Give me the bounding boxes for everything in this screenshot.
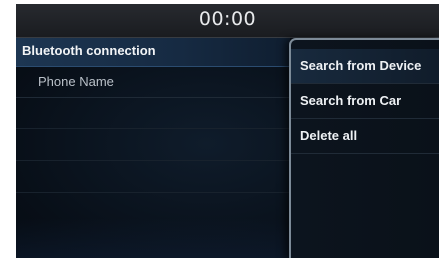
- list-divider: [16, 160, 290, 161]
- device-list-item[interactable]: Phone Name: [16, 67, 290, 98]
- list-divider: [16, 192, 290, 193]
- head-unit-screen: 00:00 Bluetooth connection Phone Name Se…: [16, 4, 439, 258]
- list-divider: [16, 128, 290, 129]
- device-name-label: Phone Name: [38, 74, 114, 89]
- status-bar: 00:00: [16, 4, 439, 38]
- bluetooth-list-header: Bluetooth connection: [16, 38, 290, 67]
- menu-item-label: Delete all: [300, 128, 358, 143]
- search-from-device-button[interactable]: Search from Device: [291, 49, 439, 84]
- screen-frame: 00:00 Bluetooth connection Phone Name Se…: [0, 0, 439, 262]
- bluetooth-connection-title: Bluetooth connection: [22, 43, 156, 58]
- clock: 00:00: [198, 8, 257, 30]
- options-menu-panel: Search from Device Search from Car Delet…: [289, 38, 439, 258]
- menu-item-label: Search from Device: [300, 58, 422, 73]
- search-from-car-button[interactable]: Search from Car: [291, 84, 439, 119]
- menu-item-label: Search from Car: [300, 93, 402, 108]
- delete-all-button[interactable]: Delete all: [291, 119, 439, 154]
